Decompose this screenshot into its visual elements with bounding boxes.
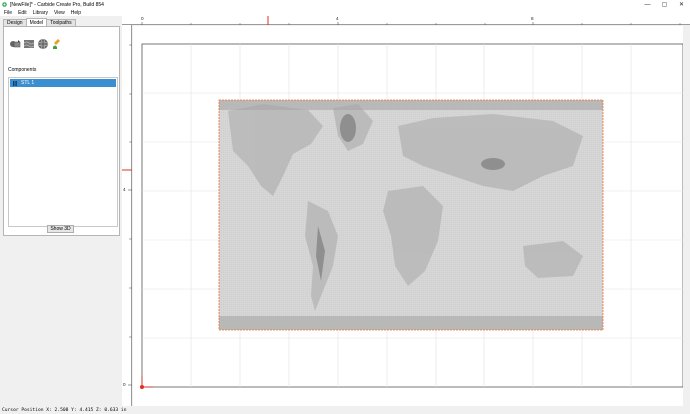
horizontal-ruler: 0 4 8	[122, 16, 690, 25]
maximize-button[interactable]: ▢	[656, 0, 673, 9]
model-tab-pane: Components STL 1	[3, 26, 120, 236]
minimize-button[interactable]: —	[639, 0, 656, 9]
ruler-top-label-8: 8	[531, 16, 534, 21]
stl-component-icon	[13, 80, 17, 86]
sphere-icon[interactable]	[36, 37, 49, 50]
show-3d-button[interactable]: Show 3D	[47, 225, 74, 233]
menu-file[interactable]: File	[4, 10, 12, 16]
ruler-top-label-0: 0	[141, 16, 144, 21]
status-bar: Cursor Position X: 2.508 Y: 4.415 Z: 0.6…	[0, 406, 690, 414]
menu-view[interactable]: View	[54, 10, 65, 16]
menu-bar: File Edit Library View Help	[0, 9, 690, 16]
cursor-position-readout: Cursor Position X: 2.508 Y: 4.415 Z: 0.6…	[2, 407, 127, 413]
left-panel: Design Model Toolpaths Components STL 1 …	[0, 16, 121, 406]
components-list: STL 1	[8, 77, 118, 227]
title-bar: [NewFile]* - Carbide Create Pro, Build 8…	[0, 0, 690, 9]
components-label: Components	[8, 67, 37, 73]
model-toolbar	[8, 37, 63, 50]
world-map-stl-model	[218, 99, 604, 331]
menu-help[interactable]: Help	[71, 10, 81, 16]
window-controls: — ▢ ✕	[639, 0, 690, 9]
tab-design[interactable]: Design	[3, 19, 27, 26]
ruler-left-label-4: 4	[123, 187, 126, 192]
paint-icon[interactable]	[50, 37, 63, 50]
tab-model[interactable]: Model	[25, 18, 48, 26]
menu-edit[interactable]: Edit	[18, 10, 27, 16]
ruler-top-ticks	[141, 16, 681, 25]
vertical-ruler: 4 0	[122, 25, 132, 406]
close-button[interactable]: ✕	[673, 0, 690, 9]
texture-icon[interactable]	[22, 37, 35, 50]
design-canvas[interactable]	[133, 26, 683, 406]
import-stl-icon[interactable]	[8, 37, 21, 50]
component-row-stl-1[interactable]: STL 1	[10, 79, 116, 87]
menu-library[interactable]: Library	[33, 10, 48, 16]
window-title: [NewFile]* - Carbide Create Pro, Build 8…	[10, 1, 104, 8]
tab-toolpaths[interactable]: Toolpaths	[46, 19, 76, 26]
ruler-top-label-4: 4	[336, 16, 339, 21]
ruler-left-label-0: 0	[123, 382, 126, 387]
app-icon	[2, 2, 7, 7]
component-label: STL 1	[21, 80, 35, 86]
tab-bar: Design Model Toolpaths	[3, 18, 76, 26]
